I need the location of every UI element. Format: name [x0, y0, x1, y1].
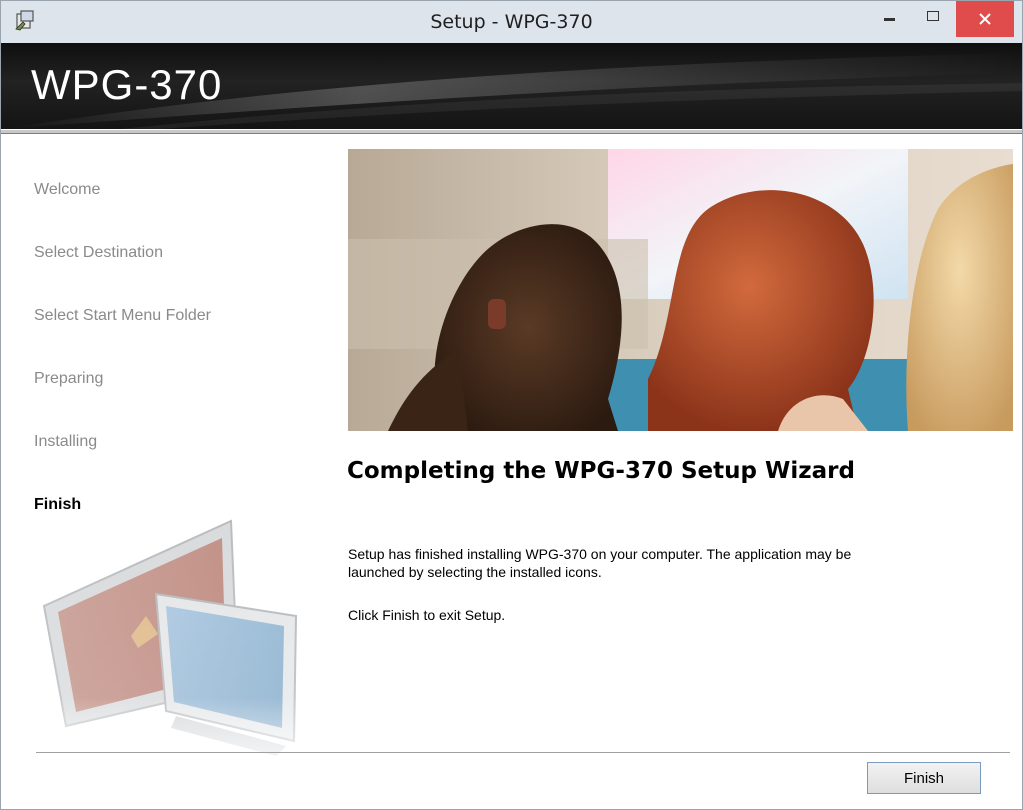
- step-finish: Finish: [34, 496, 82, 513]
- header-banner: WPG-370: [1, 43, 1022, 129]
- maximize-icon: [927, 11, 939, 21]
- people-watching-tv-photo: [348, 149, 1013, 431]
- setup-window: Setup - WPG-370 WPG-370 Welcome Select D…: [0, 0, 1023, 810]
- step-installing: Installing: [34, 433, 98, 450]
- minimize-button[interactable]: [867, 1, 911, 31]
- footer-divider: [36, 752, 1010, 753]
- finish-button[interactable]: Finish: [867, 762, 981, 794]
- close-icon: [979, 13, 991, 25]
- completion-heading: Completing the WPG-370 Setup Wizard: [347, 458, 855, 484]
- completion-message: Setup has finished installing WPG-370 on…: [348, 546, 852, 580]
- banner-divider: [1, 129, 1022, 134]
- banner-title: WPG-370: [31, 61, 223, 108]
- step-preparing: Preparing: [34, 370, 104, 387]
- monitors-illustration: [26, 516, 326, 776]
- title-bar[interactable]: Setup - WPG-370: [1, 1, 1022, 43]
- maximize-button[interactable]: [913, 1, 953, 31]
- step-select-destination: Select Destination: [34, 244, 163, 261]
- minimize-icon: [883, 17, 895, 21]
- step-welcome: Welcome: [34, 181, 101, 198]
- exit-instruction: Click Finish to exit Setup.: [348, 607, 506, 623]
- close-button[interactable]: [956, 1, 1014, 37]
- step-select-start-menu-folder: Select Start Menu Folder: [34, 307, 211, 324]
